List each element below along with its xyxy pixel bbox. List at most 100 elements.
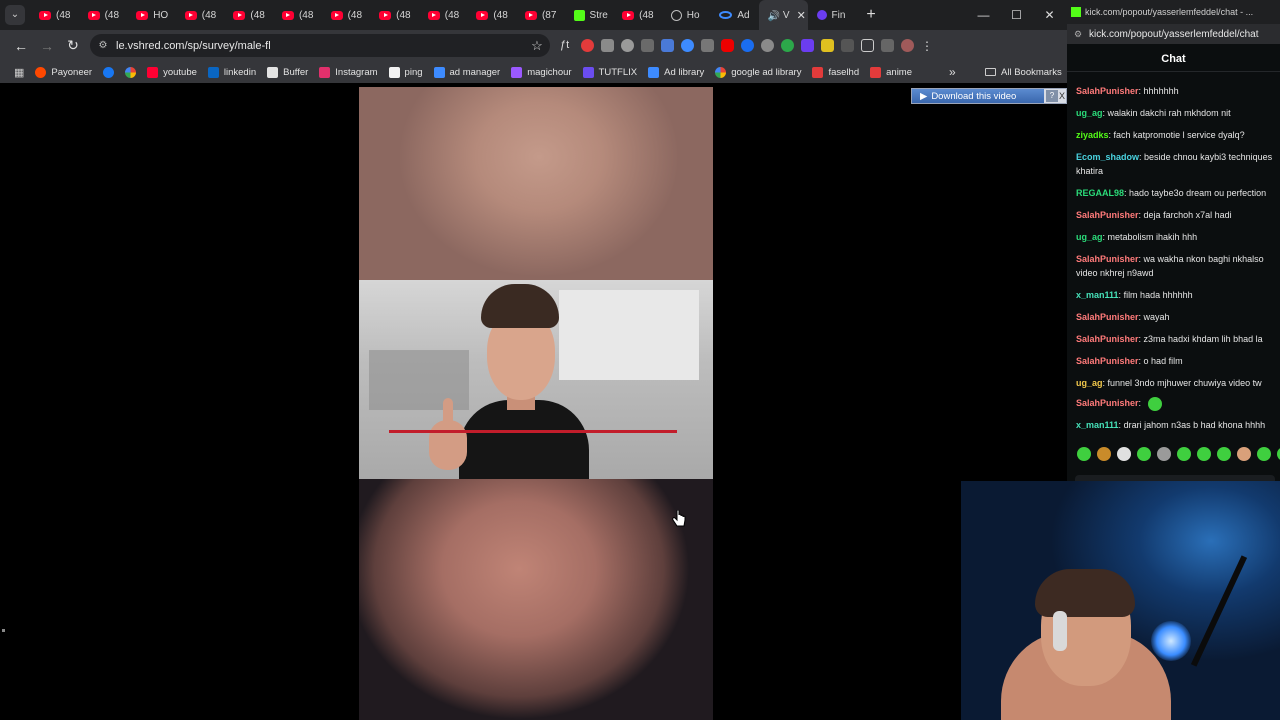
forward-button[interactable]: →: [34, 33, 60, 59]
chat-address-bar[interactable]: ⚙ kick.com/popout/yasserlemfeddel/chat: [1067, 24, 1280, 44]
emote-icon[interactable]: [1257, 447, 1271, 461]
browser-tab[interactable]: (48: [176, 0, 225, 30]
browser-tab[interactable]: (48: [467, 0, 516, 30]
close-tab-icon[interactable]: ✕: [797, 9, 806, 22]
minimize-button[interactable]: —: [967, 0, 1000, 30]
emote-icon[interactable]: [1097, 447, 1111, 461]
close-download-bar-button[interactable]: X: [1058, 91, 1066, 101]
close-window-button[interactable]: ✕: [1033, 0, 1066, 30]
chat-username[interactable]: SalahPunisher: [1076, 356, 1139, 366]
bookmark-label: linkedin: [223, 66, 257, 78]
emote-icon[interactable]: [1077, 447, 1091, 461]
browser-tab[interactable]: Ho: [662, 0, 711, 30]
bookmark-item[interactable]: magichour: [511, 66, 572, 78]
bookmark-item[interactable]: anime: [870, 66, 912, 78]
apps-grid-icon[interactable]: ▦: [14, 66, 24, 79]
extension-bluedot-icon[interactable]: [681, 39, 694, 52]
emote-icon[interactable]: [1197, 447, 1211, 461]
browser-tab[interactable]: Stre: [565, 0, 614, 30]
browser-tab[interactable]: (48: [30, 0, 79, 30]
chat-username[interactable]: SalahPunisher: [1076, 86, 1139, 96]
camera-extension-icon[interactable]: [621, 39, 634, 52]
tune-icon[interactable]: ⚙: [1067, 29, 1089, 40]
extension-mask-icon[interactable]: [761, 39, 774, 52]
address-bar[interactable]: ⚙ le.vshred.com/sp/survey/male-fl ☆: [90, 34, 550, 57]
bookmark-item[interactable]: google ad library: [715, 66, 801, 78]
chat-username[interactable]: SalahPunisher: [1076, 254, 1139, 264]
extension-dim-icon[interactable]: [841, 39, 854, 52]
media-control-icon[interactable]: [881, 39, 894, 52]
profile-avatar-icon[interactable]: [901, 39, 914, 52]
all-bookmarks-button[interactable]: All Bookmarks: [985, 61, 1062, 83]
extension-gray-icon[interactable]: [601, 39, 614, 52]
emote-icon[interactable]: [1157, 447, 1171, 461]
more-bookmarks-button[interactable]: »: [949, 61, 956, 83]
tab-search-button[interactable]: ⌄: [0, 0, 30, 30]
extensions-puzzle-icon[interactable]: [861, 39, 874, 52]
browser-tab[interactable]: 🔊 V ✕: [758, 0, 808, 30]
extension-box-icon[interactable]: [641, 39, 654, 52]
extension-purple-icon[interactable]: [801, 39, 814, 52]
extension-green-icon[interactable]: [781, 39, 794, 52]
help-icon[interactable]: ?: [1046, 90, 1058, 102]
bookmark-item[interactable]: Payoneer: [35, 66, 92, 78]
emote-icon[interactable]: [1117, 447, 1131, 461]
download-video-button[interactable]: ▶ Download this video: [912, 89, 1044, 103]
emote-icon[interactable]: [1217, 447, 1231, 461]
browser-tab[interactable]: HO: [127, 0, 176, 30]
browser-tab[interactable]: (48: [273, 0, 322, 30]
new-tab-button[interactable]: +: [856, 6, 886, 24]
browser-tab[interactable]: (48: [370, 0, 419, 30]
emote-icon[interactable]: [1177, 447, 1191, 461]
bookmark-item[interactable]: Ad library: [648, 66, 704, 78]
font-extension-icon[interactable]: ƒt: [560, 39, 574, 52]
bookmark-item[interactable]: Buffer: [267, 66, 308, 78]
chat-username[interactable]: SalahPunisher: [1076, 398, 1139, 408]
browser-tab[interactable]: (48: [613, 0, 662, 30]
browser-tab[interactable]: (48: [419, 0, 468, 30]
chat-url[interactable]: kick.com/popout/yasserlemfeddel/chat: [1089, 29, 1259, 40]
bookmark-item[interactable]: youtube: [147, 66, 197, 78]
chat-username[interactable]: REGAAL98: [1076, 188, 1124, 198]
maximize-button[interactable]: ☐: [1000, 0, 1033, 30]
back-button[interactable]: ←: [8, 33, 34, 59]
extension-arrow-icon[interactable]: [701, 39, 714, 52]
extension-blue-icon[interactable]: [661, 39, 674, 52]
reload-button[interactable]: ↻: [60, 33, 86, 59]
bookmark-item[interactable]: linkedin: [207, 66, 257, 78]
chat-username[interactable]: ug_ag: [1076, 378, 1103, 388]
browser-tab[interactable]: (48: [322, 0, 371, 30]
extension-circle-icon[interactable]: [741, 39, 754, 52]
bookmark-item[interactable]: Instagram: [319, 66, 378, 78]
extension-yellow-icon[interactable]: [821, 39, 834, 52]
browser-tab[interactable]: Fin: [808, 0, 857, 30]
chat-username[interactable]: ziyadks: [1076, 130, 1109, 140]
chat-username[interactable]: ug_ag: [1076, 232, 1103, 242]
bookmark-item[interactable]: ad manager: [433, 66, 500, 78]
browser-tab[interactable]: Ad: [710, 0, 759, 30]
bookmark-item[interactable]: faselhd: [812, 66, 859, 78]
browser-menu-icon[interactable]: ⋮: [921, 39, 933, 53]
bookmark-item[interactable]: [103, 66, 115, 78]
browser-tab[interactable]: (87: [516, 0, 565, 30]
emote-icon[interactable]: [1137, 447, 1151, 461]
youtube-extension-icon[interactable]: [721, 39, 734, 52]
video-player[interactable]: [359, 87, 713, 720]
extension-red-icon[interactable]: [581, 39, 594, 52]
chat-username[interactable]: SalahPunisher: [1076, 312, 1139, 322]
browser-tab[interactable]: (48: [79, 0, 128, 30]
chat-username[interactable]: x_man111: [1076, 420, 1119, 430]
chat-username[interactable]: SalahPunisher: [1076, 334, 1139, 344]
chat-username[interactable]: SalahPunisher: [1076, 210, 1139, 220]
bookmark-item[interactable]: [125, 66, 137, 78]
chat-username[interactable]: Ecom_shadow: [1076, 152, 1139, 162]
bookmark-item[interactable]: TUTFLIX: [582, 66, 637, 78]
url-text[interactable]: le.vshred.com/sp/survey/male-fl: [116, 40, 524, 52]
bookmark-item[interactable]: ping: [388, 66, 423, 78]
browser-tab[interactable]: (48: [224, 0, 273, 30]
bookmark-star-icon[interactable]: ☆: [524, 38, 550, 54]
tune-icon[interactable]: ⚙: [90, 40, 116, 51]
emote-icon[interactable]: [1237, 447, 1251, 461]
chat-username[interactable]: ug_ag: [1076, 108, 1103, 118]
chat-username[interactable]: x_man111: [1076, 290, 1119, 300]
